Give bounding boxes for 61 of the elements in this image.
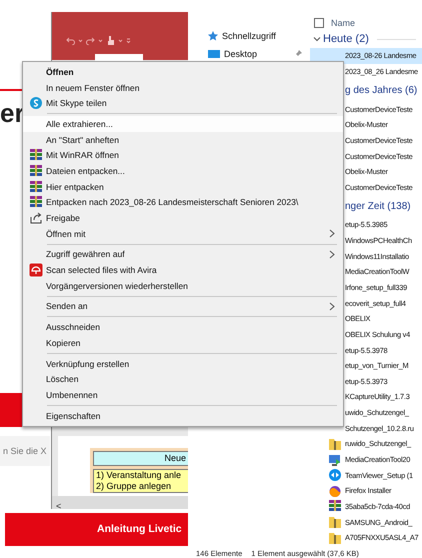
menu-item[interactable]: Entpacken nach 2023_08-26 Landesmeisterschaft Senioren 2023\ bbox=[23, 194, 343, 210]
chevron-right-icon bbox=[329, 302, 335, 311]
undo-icon[interactable] bbox=[66, 36, 75, 45]
customize-icon[interactable] bbox=[126, 36, 131, 45]
menu-item[interactable]: In neuem Fenster öffnen bbox=[23, 80, 343, 96]
menu-item[interactable]: Zugriff gewähren auf bbox=[23, 246, 343, 262]
archive-icon bbox=[29, 195, 43, 210]
archive-icon bbox=[29, 148, 43, 162]
menu-item[interactable]: Vorgängerversionen wiederherstellen bbox=[23, 278, 343, 294]
archive-icon bbox=[29, 180, 43, 194]
menu-item[interactable]: Dateien entpacken... bbox=[23, 163, 343, 179]
chevron-right-icon bbox=[329, 250, 335, 259]
zip-folder-icon bbox=[328, 515, 342, 530]
column-header[interactable]: Name bbox=[331, 18, 356, 28]
skype-icon bbox=[29, 96, 43, 110]
menu-item[interactable]: Öffnen mit bbox=[23, 226, 343, 242]
text-field[interactable]: n Sie die X bbox=[0, 436, 50, 466]
scroll-left-arrow[interactable]: < bbox=[52, 501, 62, 511]
chevron-right-icon bbox=[329, 229, 335, 238]
group-header[interactable]: Heute (2) bbox=[323, 33, 369, 45]
zip-folder-icon bbox=[328, 530, 342, 545]
hand-icon[interactable] bbox=[106, 35, 115, 46]
menu-item[interactable]: Hier entpacken bbox=[23, 178, 343, 194]
banner-button[interactable]: Anleitung Livetic bbox=[5, 513, 188, 546]
menu-item[interactable]: Freigabe bbox=[23, 210, 343, 226]
redo-icon[interactable] bbox=[86, 36, 95, 45]
group-header[interactable]: nger Zeit (138) bbox=[345, 200, 411, 212]
menu-item[interactable]: Umbenennen bbox=[23, 387, 343, 403]
menu-item[interactable]: Kopieren bbox=[23, 335, 343, 351]
table-cell: Neue bbox=[93, 451, 189, 466]
menu-item[interactable]: An "Start" anheften bbox=[23, 132, 343, 148]
table-text: 1) Veranstaltung anle bbox=[95, 470, 182, 481]
page-heading: er bbox=[0, 99, 25, 127]
scrollbar[interactable]: < bbox=[52, 496, 189, 509]
menu-item[interactable]: Eigenschaften bbox=[23, 408, 343, 424]
archive-icon bbox=[29, 164, 43, 178]
monitor-icon bbox=[208, 49, 220, 59]
nav-item[interactable]: Desktop bbox=[224, 49, 258, 59]
pin-icon bbox=[294, 50, 302, 58]
star-icon bbox=[208, 31, 218, 41]
share-icon bbox=[29, 211, 43, 226]
menu-item[interactable]: Mit Skype teilen bbox=[23, 95, 343, 112]
group-header[interactable]: g des Jahres (6) bbox=[345, 84, 418, 96]
menu-item[interactable]: Verknüpfung erstellen bbox=[23, 356, 343, 372]
select-all-checkbox[interactable] bbox=[314, 18, 324, 28]
menu-item[interactable]: Löschen bbox=[23, 371, 343, 388]
menu-item[interactable]: Mit WinRAR öffnen bbox=[23, 147, 343, 164]
menu-item[interactable]: Ausschneiden bbox=[23, 319, 343, 335]
menu-item[interactable]: Scan selected files with Avira bbox=[23, 262, 343, 278]
page-button[interactable] bbox=[0, 393, 24, 427]
menu-item[interactable]: Senden an bbox=[23, 298, 343, 314]
nav-item[interactable]: Schnellzugriff bbox=[222, 31, 276, 41]
menu-item[interactable]: Öffnen bbox=[23, 64, 343, 80]
table-text: 2) Gruppe anlegen bbox=[95, 481, 172, 492]
menu-item[interactable]: Alle extrahieren... bbox=[23, 116, 343, 132]
chevron-icon[interactable] bbox=[313, 35, 321, 43]
monitor-icon bbox=[328, 452, 342, 467]
accent-rule bbox=[0, 89, 22, 91]
umbrella-icon bbox=[29, 263, 43, 278]
archive-icon bbox=[328, 499, 342, 514]
zip-folder-icon bbox=[328, 436, 342, 451]
